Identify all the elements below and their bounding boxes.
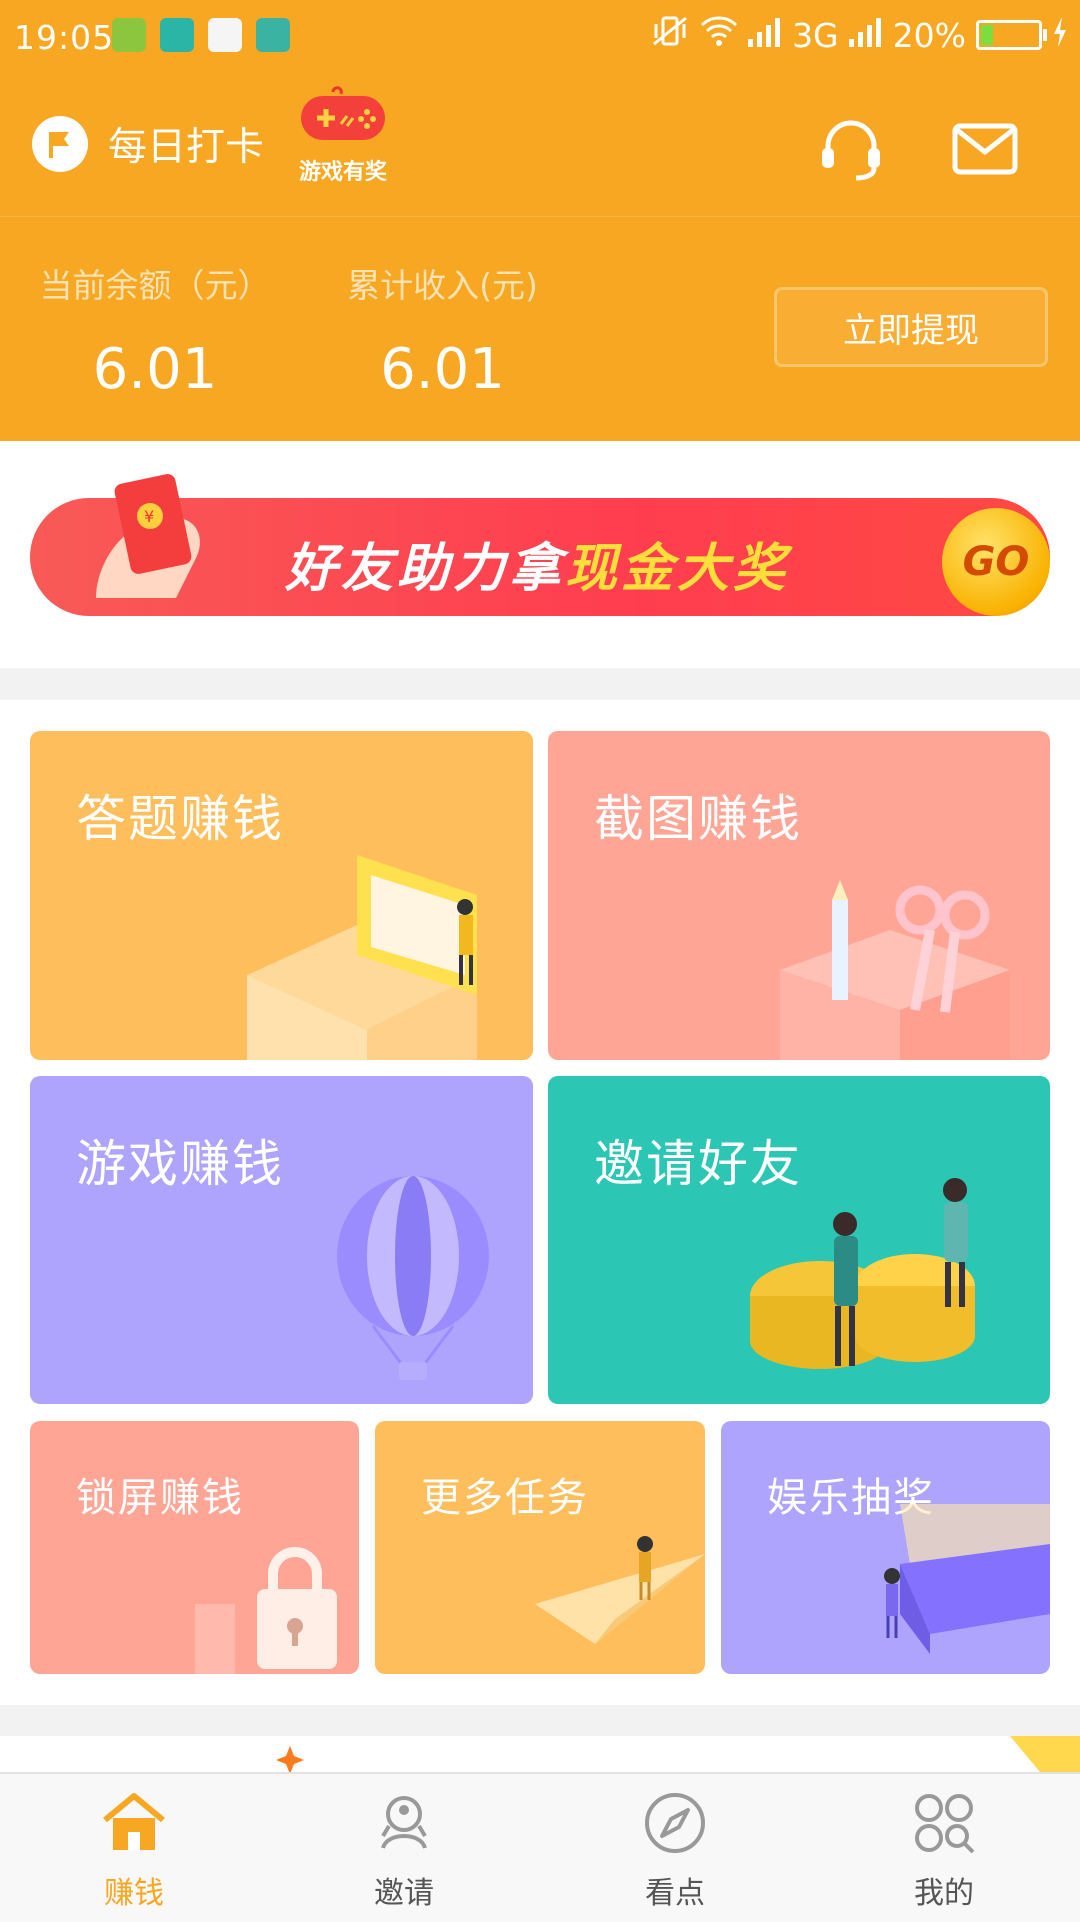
home-icon (103, 1793, 165, 1850)
tab-invite[interactable]: 邀请 (334, 1788, 474, 1912)
padlock-illustration (195, 1547, 337, 1674)
current-balance-value: 6.01 (92, 337, 218, 402)
signal-icon-2 (848, 16, 883, 55)
tile-game-earn[interactable]: 游戏赚钱 (30, 1076, 533, 1404)
sparkle-icon (276, 1746, 304, 1774)
tab-label: 赚钱 (104, 1876, 164, 1911)
invite-icon (381, 1796, 427, 1849)
network-type: 3G (792, 15, 839, 55)
tile-screenshot-earn[interactable]: 截图赚钱 (548, 731, 1050, 1060)
status-time: 19:05 (14, 18, 115, 57)
total-income: 累计收入(元) 6.01 (340, 259, 545, 402)
tab-earn[interactable]: 赚钱 (64, 1788, 204, 1912)
gift-box-illustration (884, 1504, 1050, 1654)
corner-ribbon-icon (1010, 1736, 1080, 1772)
charging-icon (1052, 16, 1068, 55)
tile-label: 截图赚钱 (594, 790, 802, 848)
coins-people-illustration (750, 1178, 975, 1369)
tile-label: 锁屏赚钱 (76, 1475, 244, 1521)
tab-label: 看点 (645, 1876, 705, 1911)
headset-icon[interactable] (816, 114, 886, 184)
compass-icon (645, 1793, 705, 1853)
tab-mine[interactable]: 我的 (874, 1788, 1014, 1912)
battery-icon (976, 20, 1047, 50)
withdraw-button[interactable]: 立即提现 (774, 287, 1048, 367)
paper-plane-illustration (535, 1536, 705, 1644)
current-balance: 当前余额（元） 6.01 (30, 259, 280, 402)
top-header: 每日打卡 游戏有奖 (0, 78, 1080, 217)
tab-label: 我的 (914, 1876, 974, 1911)
promo-banner[interactable]: ¥ 好友助力拿现金大奖 GO (30, 474, 1050, 616)
total-income-value: 6.01 (380, 337, 505, 402)
task-grid: 答题赚钱 截图赚钱 游戏赚钱 邀请好友 锁屏赚钱 更多任务 娱乐抽奖 (0, 700, 1080, 1705)
gamepad-icon (301, 86, 385, 140)
checkin-label: 每日打卡 (108, 125, 265, 170)
game-prize-label: 游戏有奖 (298, 160, 387, 185)
svg-text:¥: ¥ (144, 507, 154, 526)
tile-more-tasks[interactable]: 更多任务 (375, 1421, 705, 1674)
battery-percent: 20% (892, 15, 966, 55)
banner-text: 好友助力拿现金大奖 (285, 539, 790, 599)
tile-quiz-earn[interactable]: 答题赚钱 (30, 731, 533, 1060)
current-balance-label: 当前余额（元） (39, 266, 271, 305)
hot-air-balloon-illustration (337, 1176, 489, 1380)
usb-icon (256, 18, 290, 52)
shield-icon (112, 18, 146, 52)
quiz-board-illustration (247, 855, 477, 1060)
tab-discover[interactable]: 看点 (605, 1788, 745, 1912)
wifi-icon (700, 15, 738, 55)
promo-banner-area: ¥ 好友助力拿现金大奖 GO (0, 441, 1080, 668)
tile-invite-friends[interactable]: 邀请好友 (548, 1076, 1050, 1404)
status-bar: 19:05 3G 20% (0, 0, 1080, 78)
balance-panel: 当前余额（元） 6.01 累计收入(元) 6.01 立即提现 (0, 217, 1080, 441)
vibrate-icon (650, 14, 690, 56)
tile-label: 游戏赚钱 (76, 1135, 284, 1193)
tile-lockscreen-earn[interactable]: 锁屏赚钱 (30, 1421, 359, 1674)
total-income-label: 累计收入(元) (347, 266, 538, 305)
tile-label: 更多任务 (421, 1475, 589, 1521)
flag-icon (32, 116, 88, 172)
mail-icon[interactable] (950, 114, 1020, 184)
tile-lottery[interactable]: 娱乐抽奖 (721, 1421, 1050, 1674)
game-prize-button[interactable]: 游戏有奖 (288, 86, 398, 186)
go-button[interactable]: GO (942, 508, 1050, 616)
content-peek-strip (0, 1736, 1080, 1774)
red-envelope-hand-icon: ¥ (96, 474, 200, 598)
bottom-tab-bar: 赚钱 邀请 看点 我的 (0, 1772, 1080, 1922)
pencil-scissors-illustration (780, 880, 1010, 1060)
sogou-icon (208, 18, 242, 52)
signal-icon (748, 16, 782, 55)
screenshot-icon (160, 18, 194, 52)
grid-icon (915, 1794, 975, 1854)
daily-checkin-button[interactable]: 每日打卡 (32, 116, 264, 172)
tab-label: 邀请 (374, 1876, 434, 1911)
